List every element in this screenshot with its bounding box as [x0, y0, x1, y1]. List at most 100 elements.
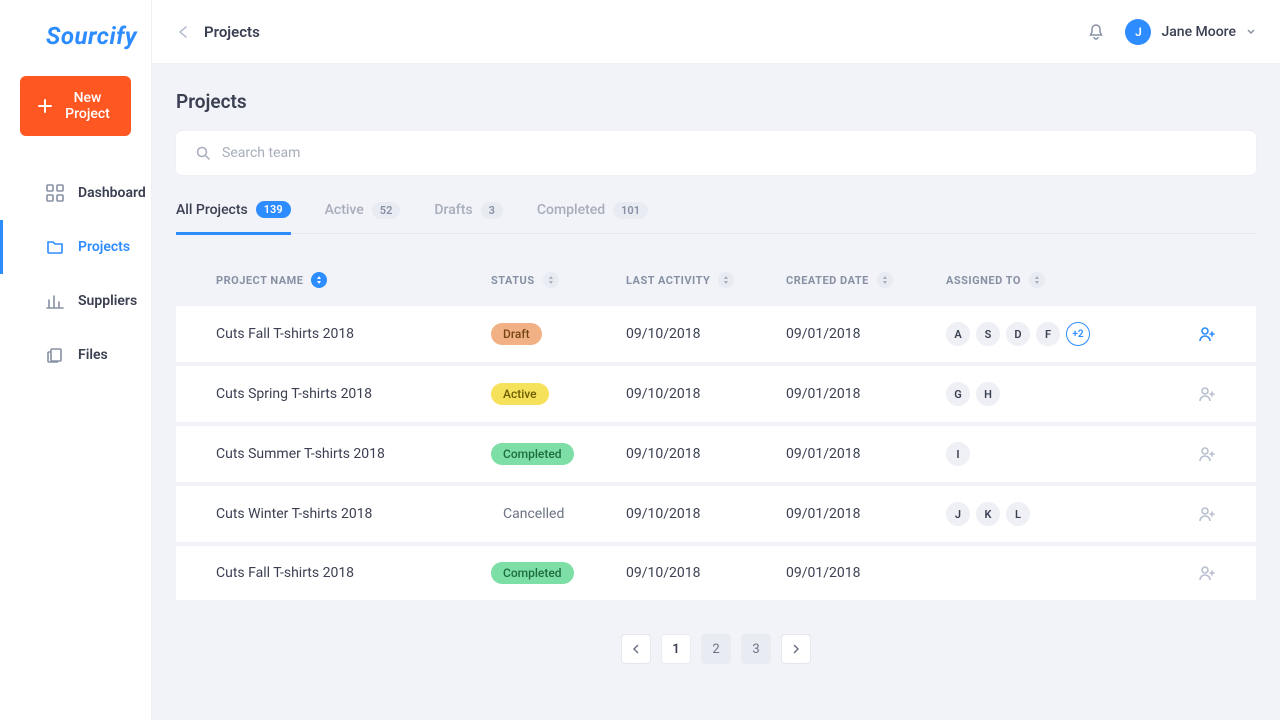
page-number-button[interactable]: 3: [741, 634, 771, 664]
assignee-more[interactable]: +2: [1066, 322, 1090, 346]
folder-icon: [46, 238, 64, 256]
assignee-avatar[interactable]: S: [976, 322, 1000, 346]
breadcrumb-label: Projects: [204, 23, 260, 41]
avatar: J: [1125, 19, 1151, 45]
col-last-activity[interactable]: LAST ACTIVITY: [626, 272, 786, 288]
status-badge: Draft: [491, 323, 542, 345]
tab-all-projects[interactable]: All Projects 139: [176, 195, 291, 235]
page-prev-button[interactable]: [621, 634, 651, 664]
assignee-avatar[interactable]: I: [946, 442, 970, 466]
col-assigned-to[interactable]: ASSIGNED TO: [946, 272, 1146, 288]
page-number-button[interactable]: 2: [701, 634, 731, 664]
cell-last-activity: 09/10/2018: [626, 565, 786, 581]
cell-created-date: 09/01/2018: [786, 326, 946, 342]
add-assignee-button[interactable]: [1146, 325, 1216, 343]
sort-icon[interactable]: [718, 272, 734, 288]
tab-completed[interactable]: Completed 101: [537, 195, 648, 233]
sort-icon[interactable]: [1029, 272, 1045, 288]
user-menu[interactable]: J Jane Moore: [1125, 19, 1256, 45]
cell-last-activity: 09/10/2018: [626, 446, 786, 462]
sort-icon[interactable]: [543, 272, 559, 288]
topbar: Projects J Jane Moore: [152, 0, 1280, 64]
cell-project-name: Cuts Winter T-shirts 2018: [216, 506, 491, 522]
files-icon: [46, 346, 64, 364]
col-created-date[interactable]: CREATED DATE: [786, 272, 946, 288]
projects-table: PROJECT NAME STATUS LAST ACTIVITY: [176, 254, 1256, 600]
assignee-avatar[interactable]: K: [976, 502, 1000, 526]
add-assignee-button[interactable]: [1146, 385, 1216, 403]
sidebar-item-suppliers[interactable]: Suppliers: [0, 274, 151, 328]
cell-project-name: Cuts Fall T-shirts 2018: [216, 565, 491, 581]
add-assignee-button[interactable]: [1146, 445, 1216, 463]
topbar-right: J Jane Moore: [1087, 19, 1256, 45]
cell-project-name: Cuts Fall T-shirts 2018: [216, 326, 491, 342]
sidebar-item-label: Projects: [78, 239, 130, 255]
bell-icon[interactable]: [1087, 23, 1105, 41]
col-project-name[interactable]: PROJECT NAME: [216, 272, 491, 288]
tab-label: Drafts: [434, 202, 472, 218]
cell-assignees: JKL: [946, 502, 1146, 526]
chart-icon: [46, 292, 64, 310]
breadcrumb: Projects: [176, 23, 260, 41]
sort-icon[interactable]: [877, 272, 893, 288]
tab-count-badge: 3: [481, 202, 503, 219]
assignee-avatar[interactable]: L: [1006, 502, 1030, 526]
search-input[interactable]: [222, 145, 1236, 161]
sidebar-item-files[interactable]: Files: [0, 328, 151, 382]
sidebar-item-dashboard[interactable]: Dashboard: [0, 166, 151, 220]
cell-project-name: Cuts Summer T-shirts 2018: [216, 446, 491, 462]
tab-label: Active: [325, 202, 364, 218]
tab-count-badge: 52: [372, 202, 401, 219]
cell-project-name: Cuts Spring T-shirts 2018: [216, 386, 491, 402]
table-row[interactable]: Cuts Fall T-shirts 2018Draft 09/10/201809…: [176, 306, 1256, 362]
new-project-button[interactable]: New Project: [20, 76, 131, 136]
table-row[interactable]: Cuts Spring T-shirts 2018Active 09/10/201…: [176, 366, 1256, 422]
cell-last-activity: 09/10/2018: [626, 386, 786, 402]
user-name: Jane Moore: [1161, 24, 1236, 40]
status-badge: Completed: [491, 562, 574, 584]
brand-logo: Sourcify: [0, 18, 151, 76]
tab-count-badge: 101: [613, 202, 648, 219]
tab-label: All Projects: [176, 202, 248, 218]
sidebar-item-label: Suppliers: [78, 293, 137, 309]
assignee-avatar[interactable]: J: [946, 502, 970, 526]
assignee-avatar[interactable]: D: [1006, 322, 1030, 346]
tab-drafts[interactable]: Drafts 3: [434, 195, 503, 233]
back-arrow-icon[interactable]: [176, 24, 192, 40]
page-number-button[interactable]: 1: [661, 634, 691, 664]
tab-label: Completed: [537, 202, 605, 218]
table-row[interactable]: Cuts Winter T-shirts 2018Cancelled09/10/…: [176, 486, 1256, 542]
table-row[interactable]: Cuts Fall T-shirts 2018Completed 09/10/20…: [176, 546, 1256, 600]
sort-icon[interactable]: [311, 272, 327, 288]
status-badge: Completed: [491, 443, 574, 465]
table-row[interactable]: Cuts Summer T-shirts 2018Completed 09/10/…: [176, 426, 1256, 482]
assignee-avatar[interactable]: F: [1036, 322, 1060, 346]
cell-last-activity: 09/10/2018: [626, 326, 786, 342]
new-project-label: New Project: [62, 90, 113, 122]
sidebar-item-label: Dashboard: [78, 185, 146, 201]
pagination: 123: [176, 634, 1256, 664]
col-status[interactable]: STATUS: [491, 272, 626, 288]
sidebar-item-projects[interactable]: Projects: [0, 220, 151, 274]
table-header: PROJECT NAME STATUS LAST ACTIVITY: [176, 254, 1256, 306]
cell-last-activity: 09/10/2018: [626, 506, 786, 522]
tab-count-badge: 139: [256, 201, 291, 218]
assignee-avatar[interactable]: G: [946, 382, 970, 406]
dashboard-icon: [46, 184, 64, 202]
tab-active[interactable]: Active 52: [325, 195, 401, 233]
assignee-avatar[interactable]: A: [946, 322, 970, 346]
add-assignee-button[interactable]: [1146, 564, 1216, 582]
page-title: Projects: [176, 90, 1256, 113]
page-next-button[interactable]: [781, 634, 811, 664]
cell-assignees: I: [946, 442, 1146, 466]
search-icon: [196, 146, 210, 160]
search-bar[interactable]: [176, 131, 1256, 175]
cell-created-date: 09/01/2018: [786, 565, 946, 581]
plus-icon: [38, 97, 52, 115]
tabs: All Projects 139 Active 52 Drafts 3 Completed 1…: [176, 195, 1256, 234]
assignee-avatar[interactable]: H: [976, 382, 1000, 406]
cell-assignees: GH: [946, 382, 1146, 406]
add-assignee-button[interactable]: [1146, 505, 1216, 523]
content: Projects All Projects 139 Active 52 Drafts 3 C…: [152, 64, 1280, 720]
status-badge: Active: [491, 383, 549, 405]
